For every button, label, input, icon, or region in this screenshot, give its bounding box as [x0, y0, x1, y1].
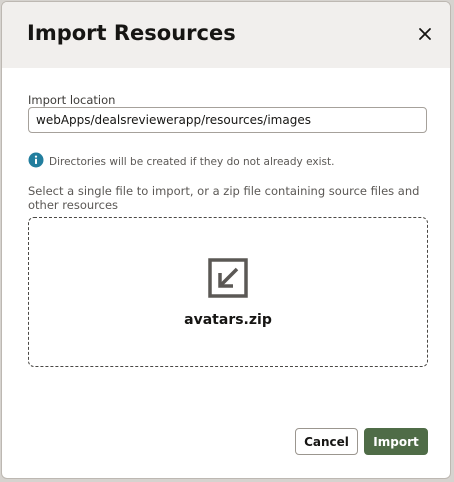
- dialog-header: Import Resources: [2, 2, 450, 68]
- dialog-title: Import Resources: [27, 21, 236, 45]
- import-location-label: Import location: [28, 93, 116, 107]
- dropzone-instructions: Select a single file to import, or a zip…: [28, 184, 420, 212]
- cancel-button[interactable]: Cancel: [295, 428, 358, 455]
- import-button[interactable]: Import: [364, 428, 428, 455]
- close-icon: [419, 28, 431, 40]
- close-button[interactable]: [414, 23, 436, 45]
- import-resources-dialog: Import Resources Import location Directo…: [1, 1, 451, 479]
- info-message: Directories will be created if they do n…: [28, 151, 334, 169]
- info-text: Directories will be created if they do n…: [49, 156, 335, 168]
- info-icon: [28, 152, 44, 168]
- import-arrow-icon: [208, 258, 248, 298]
- import-location-input[interactable]: [28, 107, 427, 133]
- file-drop-zone[interactable]: avatars.zip: [28, 217, 428, 367]
- selected-file-name: avatars.zip: [184, 312, 272, 328]
